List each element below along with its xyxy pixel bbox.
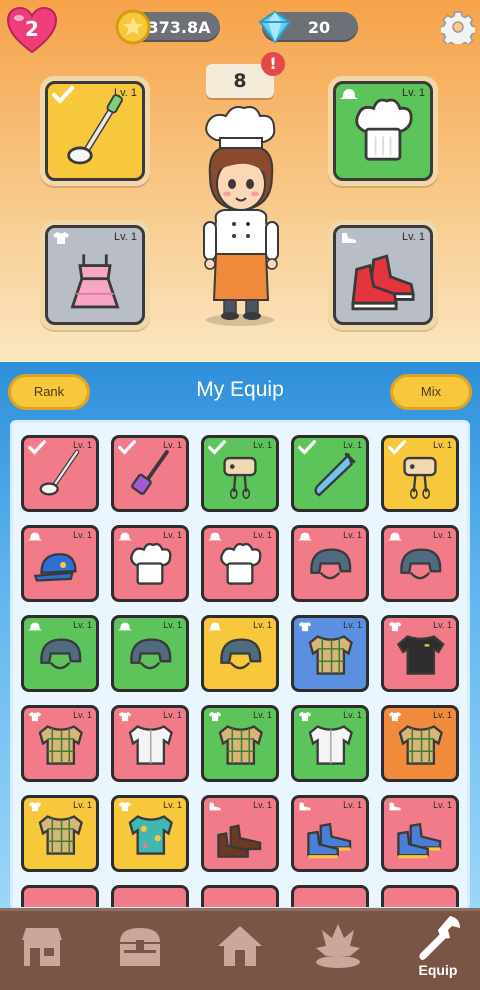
inventory-item-chef-hat[interactable]: Lv. 1: [201, 525, 279, 602]
red-sneakers-icon: [351, 254, 415, 311]
inventory-item-spatula[interactable]: Lv. 1: [111, 435, 189, 512]
character-area: 2 373.8A 20 8 ! Lv. 1 Lv. 1 Lv. 1 Lv. 1: [0, 0, 480, 362]
inventory-item-white-shirt[interactable]: Lv. 1: [291, 705, 369, 782]
pink-dress-icon: [70, 254, 120, 309]
panel-title: My Equip: [196, 378, 284, 401]
inventory-item-blue-sneakers[interactable]: Lv. 1: [291, 795, 369, 872]
coin-counter[interactable]: 373.8A: [115, 9, 220, 45]
alert-badge[interactable]: !: [261, 52, 285, 76]
inventory-item-plaid-shirt[interactable]: Lv. 1: [291, 615, 369, 692]
lives-count: 2: [25, 17, 39, 41]
inventory-item-plaid-shirt[interactable]: Lv. 1: [21, 705, 99, 782]
inventory-item-plaid-shirt[interactable]: Lv. 1: [201, 705, 279, 782]
nav-equip-label: Equip: [418, 962, 458, 978]
nav-shop[interactable]: [2, 910, 82, 988]
equip-slot-card: Lv. 1: [333, 81, 433, 181]
equip-slot-tool[interactable]: Lv. 1: [40, 76, 150, 186]
inventory-item-blue-sneakers[interactable]: Lv. 1: [381, 795, 459, 872]
inventory-item-helmet[interactable]: Lv. 1: [381, 525, 459, 602]
cooking-icon: [316, 924, 360, 968]
helmet-icon: [40, 638, 82, 670]
mixer-icon: [223, 456, 257, 499]
brown-shoes-icon: [217, 824, 262, 858]
inventory-item-piping-bag[interactable]: Lv. 1: [291, 435, 369, 512]
inventory-item-mixer[interactable]: Lv. 1: [381, 435, 459, 512]
coin-icon: [115, 9, 151, 45]
plaid-shirt-icon: [398, 725, 443, 765]
helmet-icon: [310, 548, 352, 580]
chef-hat-icon: [130, 542, 172, 585]
chef-hat-icon: [355, 98, 413, 161]
hawaiian-shirt-icon: [128, 815, 173, 855]
diamond-icon: [258, 10, 292, 44]
spatula-icon: [131, 449, 169, 495]
wrench-icon: [419, 916, 460, 960]
helmet-icon: [220, 638, 262, 670]
chef-hat-icon: [220, 542, 262, 585]
shop-icon: [22, 928, 62, 966]
inventory-grid[interactable]: Lv. 1 Lv. 1 Lv. 1 Lv. 1 Lv. 1 Lv. 1 Lv. 1 Lv. 1…: [10, 420, 470, 910]
piping-bag-icon: [314, 452, 356, 497]
inventory-item-chef-hat[interactable]: Lv. 1: [111, 525, 189, 602]
inventory-item-plaid-shirt[interactable]: Lv. 1: [21, 795, 99, 872]
inventory-item-blue-cap[interactable]: Lv. 1: [21, 525, 99, 602]
mix-button[interactable]: Mix: [390, 374, 472, 410]
inventory-item-partial[interactable]: [111, 885, 189, 907]
inventory-item-white-shirt[interactable]: Lv. 1: [111, 705, 189, 782]
inventory-item-partial[interactable]: [291, 885, 369, 907]
white-shirt-icon: [308, 725, 353, 765]
nav-home[interactable]: [200, 910, 280, 988]
blue-cap-icon: [33, 553, 77, 582]
gem-amount: 20: [307, 17, 331, 37]
equip-slot-shoes[interactable]: Lv. 1: [328, 220, 438, 330]
blue-sneakers-icon: [307, 822, 352, 859]
nav-cooking[interactable]: [298, 910, 378, 988]
equip-slot-outfit[interactable]: Lv. 1: [40, 220, 150, 330]
plaid-shirt-icon: [38, 725, 83, 765]
inventory-item-helmet[interactable]: Lv. 1: [21, 615, 99, 692]
chest-icon: [120, 928, 160, 966]
inventory-item-ladle[interactable]: Lv. 1: [21, 435, 99, 512]
inventory-item-brown-shoes[interactable]: Lv. 1: [201, 795, 279, 872]
gem-counter[interactable]: 20: [258, 10, 358, 44]
inventory-item-helmet[interactable]: Lv. 1: [201, 615, 279, 692]
inventory-item-partial[interactable]: [201, 885, 279, 907]
inventory-item-partial[interactable]: [381, 885, 459, 907]
equip-slot-card: Lv. 1: [45, 81, 145, 181]
black-tshirt-icon: [396, 635, 445, 675]
inventory-item-helmet[interactable]: Lv. 1: [111, 615, 189, 692]
equip-slot-card: Lv. 1: [333, 225, 433, 325]
inventory-item-helmet[interactable]: Lv. 1: [291, 525, 369, 602]
inventory-item-black-tshirt[interactable]: Lv. 1: [381, 615, 459, 692]
plaid-shirt-icon: [308, 635, 353, 675]
inventory-item-plaid-shirt[interactable]: Lv. 1: [381, 705, 459, 782]
ladle-icon: [67, 94, 123, 165]
blue-sneakers-icon: [397, 822, 442, 859]
inventory-item-partial[interactable]: [21, 885, 99, 907]
inventory-item-hawaiian-shirt[interactable]: Lv. 1: [111, 795, 189, 872]
plaid-shirt-icon: [218, 725, 263, 765]
ladle-icon: [39, 449, 80, 496]
inventory-item-mixer[interactable]: Lv. 1: [201, 435, 279, 512]
helmet-icon: [130, 638, 172, 670]
plaid-shirt-icon: [38, 815, 83, 855]
equip-slot-card: Lv. 1: [45, 225, 145, 325]
gear-icon[interactable]: [441, 10, 475, 44]
helmet-icon: [400, 548, 442, 580]
home-icon: [218, 926, 262, 966]
game-screen: 2 373.8A 20 8 ! Lv. 1 Lv. 1 Lv. 1 Lv. 1 …: [0, 0, 480, 990]
mixer-icon: [403, 456, 437, 499]
nav-chest[interactable]: [100, 910, 180, 988]
equip-slot-hat[interactable]: Lv. 1: [328, 76, 438, 186]
white-shirt-icon: [128, 725, 173, 765]
chef-character: [203, 106, 279, 326]
rank-button[interactable]: Rank: [8, 374, 90, 410]
